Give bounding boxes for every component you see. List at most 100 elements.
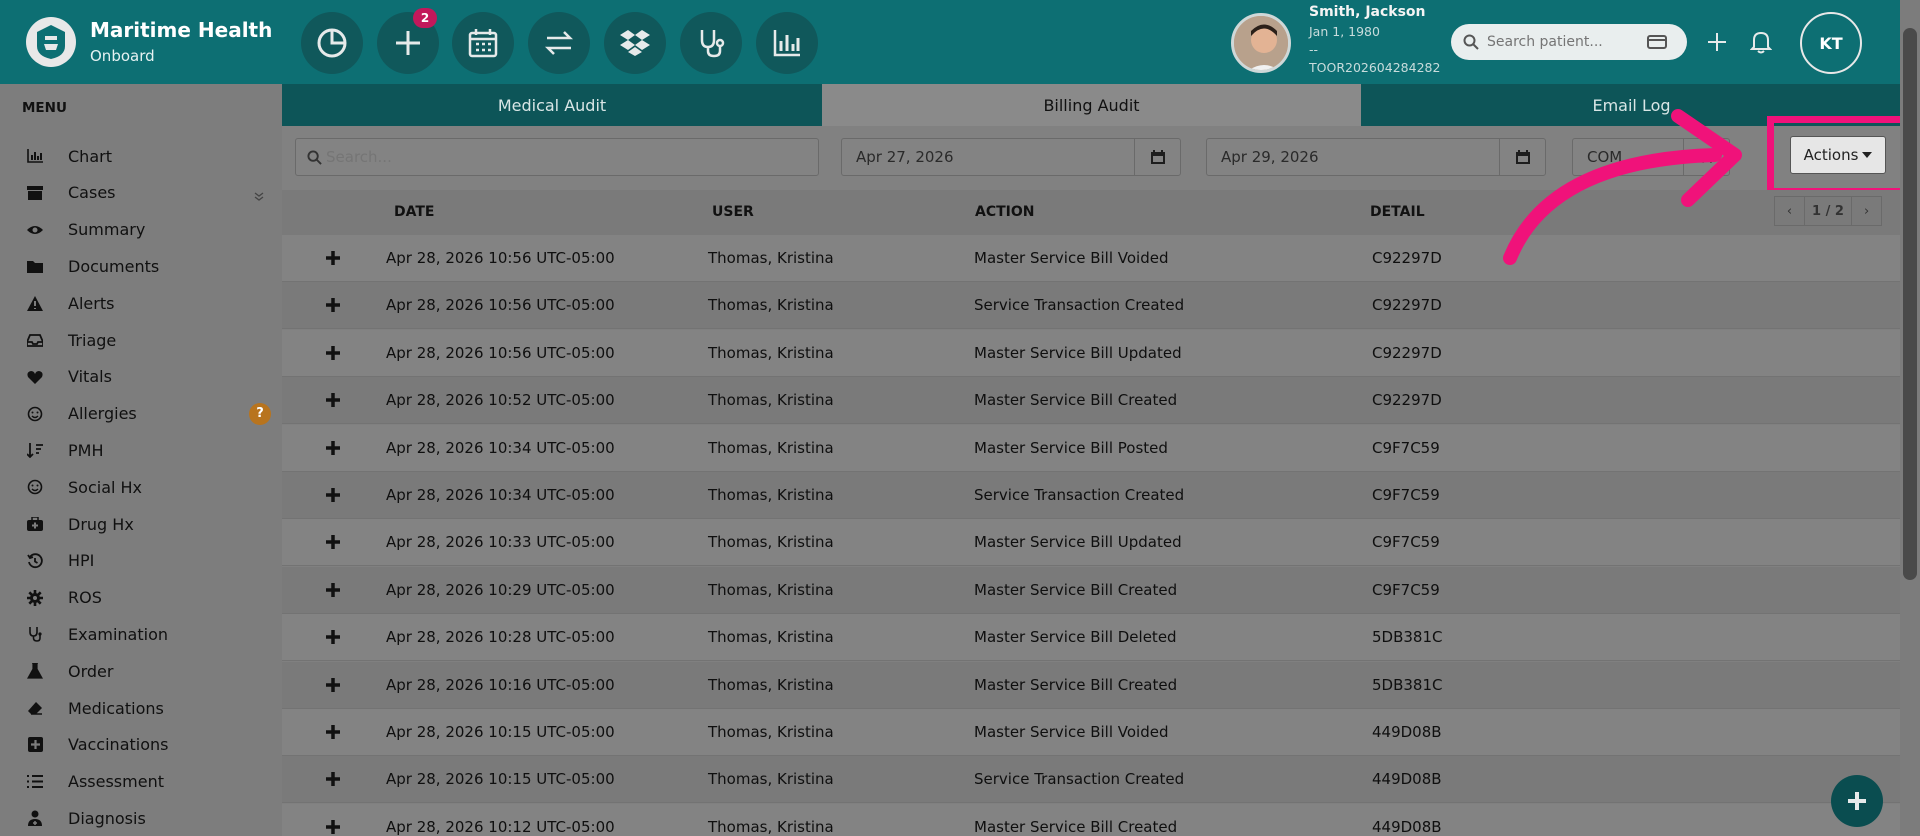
sidebar-item-order[interactable]: Order (0, 653, 282, 689)
cell-detail: 5DB381C (1372, 628, 1443, 647)
sidebar-item-allergies[interactable]: Allergies? (0, 396, 282, 432)
date-to-field[interactable] (1206, 138, 1546, 176)
sidebar-item-drug-hx[interactable]: Drug Hx (0, 506, 282, 542)
expand-row-icon[interactable] (324, 770, 342, 788)
transfer-button[interactable] (528, 12, 590, 74)
stethoscope-button[interactable] (680, 12, 742, 74)
status-field[interactable] (1572, 138, 1730, 176)
card-icon[interactable] (1647, 34, 1667, 50)
expand-row-icon[interactable] (324, 533, 342, 551)
sidebar-item-vaccinations[interactable]: Vaccinations (0, 727, 282, 763)
expand-row-icon[interactable] (324, 344, 342, 362)
logo-icon[interactable] (26, 17, 76, 67)
sidebar-item-assessment[interactable]: Assessment (0, 764, 282, 800)
sidebar-item-diagnosis[interactable]: Diagnosis (0, 800, 282, 836)
expand-row-icon[interactable] (324, 439, 342, 457)
date-to-calendar-button[interactable] (1499, 139, 1545, 175)
sidebar-item-triage[interactable]: Triage (0, 322, 282, 358)
sidebar-item-documents[interactable]: Documents (0, 248, 282, 284)
sidebar-item-label: HPI (68, 551, 95, 571)
sidebar-item-cases[interactable]: Cases (0, 175, 282, 211)
column-action[interactable]: ACTION (975, 204, 1035, 220)
sidebar-item-chart[interactable]: Chart (0, 138, 282, 174)
calendar-button[interactable] (452, 12, 514, 74)
patient-search[interactable] (1451, 24, 1687, 60)
table-row[interactable]: Apr 28, 2026 10:12 UTC-05:00 Thomas, Kris… (282, 803, 1902, 836)
column-detail[interactable]: DETAIL (1370, 204, 1425, 220)
tab-billing-audit[interactable]: Billing Audit (822, 84, 1361, 126)
table-row[interactable]: Apr 28, 2026 10:15 UTC-05:00 Thomas, Kris… (282, 756, 1902, 804)
table-row[interactable]: Apr 28, 2026 10:34 UTC-05:00 Thomas, Kris… (282, 424, 1902, 472)
table-row[interactable]: Apr 28, 2026 10:28 UTC-05:00 Thomas, Kris… (282, 614, 1902, 662)
sidebar-item-alerts[interactable]: Alerts (0, 285, 282, 321)
expand-row-icon[interactable] (324, 676, 342, 694)
clear-status-button[interactable] (1683, 139, 1729, 175)
expand-row-icon[interactable] (324, 391, 342, 409)
expand-row-icon[interactable] (324, 818, 342, 836)
sidebar-item-vitals[interactable]: Vitals (0, 359, 282, 395)
patient-photo[interactable] (1231, 13, 1291, 73)
table-row[interactable]: Apr 28, 2026 10:33 UTC-05:00 Thomas, Kris… (282, 519, 1902, 567)
status-input[interactable] (1573, 148, 1683, 166)
expand-row-icon[interactable] (324, 249, 342, 267)
add-patient-button[interactable] (1702, 27, 1732, 57)
cell-detail: 449D08B (1372, 723, 1442, 741)
top-bar: Maritime Health Onboard 2 Smith, Jackson… (0, 0, 1920, 84)
next-page-button[interactable]: › (1852, 197, 1881, 225)
date-from-field[interactable] (841, 138, 1181, 176)
sidebar-item-examination[interactable]: Examination (0, 616, 282, 652)
sidebar-item-medications[interactable]: Medications (0, 690, 282, 726)
date-to-input[interactable] (1207, 148, 1545, 166)
sidebar-item-pmh[interactable]: PMH (0, 432, 282, 468)
table-row[interactable]: Apr 28, 2026 10:56 UTC-05:00 Thomas, Kris… (282, 282, 1902, 330)
table-row[interactable]: Apr 28, 2026 10:56 UTC-05:00 Thomas, Kris… (282, 235, 1902, 282)
folder-icon (25, 256, 45, 276)
expand-row-icon[interactable] (324, 296, 342, 314)
help-badge[interactable]: ? (249, 402, 271, 425)
scrollbar-thumb[interactable] (1903, 28, 1917, 580)
table-row[interactable]: Apr 28, 2026 10:56 UTC-05:00 Thomas, Kris… (282, 329, 1902, 377)
date-from-calendar-button[interactable] (1134, 139, 1180, 175)
expand-row-icon[interactable] (324, 723, 342, 741)
dropbox-button[interactable] (604, 12, 666, 74)
sidebar-item-summary[interactable]: Summary (0, 212, 282, 248)
patient-search-input[interactable] (1487, 34, 1647, 50)
sidebar-item-label: Vaccinations (68, 735, 169, 755)
search-field[interactable] (295, 138, 819, 176)
sidebar-item-social-hx[interactable]: Social Hx (0, 469, 282, 505)
pie-chart-button[interactable] (301, 12, 363, 74)
patient-name[interactable]: Smith, Jackson (1309, 4, 1426, 20)
cell-user: Thomas, Kristina (708, 628, 834, 647)
table-row[interactable]: Apr 28, 2026 10:52 UTC-05:00 Thomas, Kris… (282, 377, 1902, 425)
eye-icon (25, 220, 45, 240)
user-avatar[interactable]: KT (1800, 12, 1862, 74)
prev-page-button[interactable]: ‹ (1775, 197, 1805, 225)
table-row[interactable]: Apr 28, 2026 10:34 UTC-05:00 Thomas, Kris… (282, 472, 1902, 519)
sidebar-item-label: Alerts (68, 293, 115, 313)
date-from-input[interactable] (842, 148, 1180, 166)
cell-user: Thomas, Kristina (708, 723, 834, 741)
sidebar-item-label: Summary (68, 220, 146, 240)
table-row[interactable]: Apr 28, 2026 10:16 UTC-05:00 Thomas, Kris… (282, 661, 1902, 709)
search-input[interactable] (296, 148, 818, 166)
bar-chart-button[interactable] (756, 12, 818, 74)
column-date[interactable]: DATE (394, 204, 434, 220)
sidebar-item-hpi[interactable]: HPI (0, 543, 282, 579)
plus-icon (396, 31, 420, 55)
cell-action: Master Service Bill Updated (974, 343, 1182, 362)
column-user[interactable]: USER (712, 204, 754, 220)
cell-detail: C9F7C59 (1372, 486, 1440, 504)
transfer-icon (544, 31, 574, 55)
user-md-icon (25, 808, 45, 828)
expand-row-icon[interactable] (324, 581, 342, 599)
tab-medical-audit[interactable]: Medical Audit (282, 84, 822, 126)
table-row[interactable]: Apr 28, 2026 10:15 UTC-05:00 Thomas, Kris… (282, 709, 1902, 756)
table-row[interactable]: Apr 28, 2026 10:29 UTC-05:00 Thomas, Kris… (282, 566, 1902, 614)
collapse-chevron-icon[interactable] (254, 187, 264, 206)
expand-row-icon[interactable] (324, 628, 342, 646)
sidebar-item-ros[interactable]: ROS (0, 580, 282, 616)
floating-add-button[interactable] (1831, 775, 1883, 827)
sidebar-item-label: Social Hx (68, 477, 143, 497)
notifications-button[interactable] (1746, 27, 1776, 57)
expand-row-icon[interactable] (324, 486, 342, 504)
